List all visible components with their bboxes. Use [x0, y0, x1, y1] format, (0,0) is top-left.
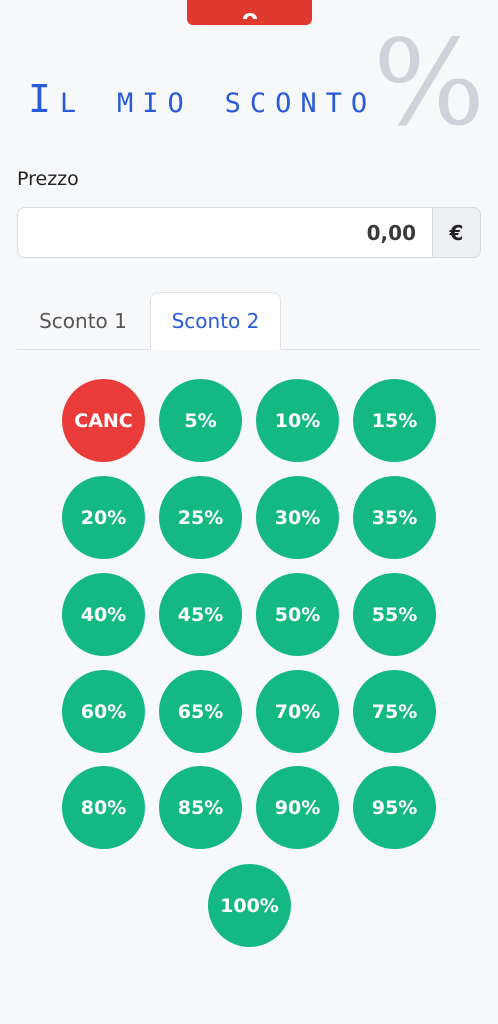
discount-button-65[interactable]: 65% — [159, 670, 242, 753]
discount-button-50[interactable]: 50% — [256, 573, 339, 656]
discount-button-80[interactable]: 80% — [62, 766, 145, 849]
discount-button-10[interactable]: 10% — [256, 379, 339, 462]
app-title: Il mio sconto — [28, 77, 377, 121]
discount-button-30[interactable]: 30% — [256, 476, 339, 559]
tab-sconto-1[interactable]: Sconto 1 — [17, 292, 149, 349]
app-header: % Il mio sconto — [28, 24, 488, 142]
discount-button-5[interactable]: 5% — [159, 379, 242, 462]
discount-button-90[interactable]: 90% — [256, 766, 339, 849]
discount-button-15[interactable]: 15% — [353, 379, 436, 462]
discount-button-95[interactable]: 95% — [353, 766, 436, 849]
price-label: Prezzo — [17, 168, 79, 190]
tab-sconto-2[interactable]: Sconto 2 — [150, 292, 281, 350]
cancel-button[interactable]: CANC — [62, 379, 145, 462]
discount-button-40[interactable]: 40% — [62, 573, 145, 656]
app-screen: % Il mio sconto Prezzo € Sconto 1 Sconto… — [0, 0, 498, 1024]
price-input[interactable] — [18, 208, 432, 257]
discount-button-100[interactable]: 100% — [208, 864, 291, 947]
discount-button-20[interactable]: 20% — [62, 476, 145, 559]
discount-button-70[interactable]: 70% — [256, 670, 339, 753]
price-input-group: € — [17, 207, 481, 258]
discount-button-35[interactable]: 35% — [353, 476, 436, 559]
chevron-up-icon — [242, 12, 257, 19]
discount-button-60[interactable]: 60% — [62, 670, 145, 753]
discount-tabs: Sconto 1 Sconto 2 — [17, 292, 481, 350]
discount-button-grid: CANC 5% 10% 15% 20% 25% 30% 35% 40% 45% … — [0, 0, 498, 1024]
discount-button-85[interactable]: 85% — [159, 766, 242, 849]
top-handle-tab[interactable] — [187, 0, 312, 25]
discount-button-55[interactable]: 55% — [353, 573, 436, 656]
discount-button-25[interactable]: 25% — [159, 476, 242, 559]
discount-button-75[interactable]: 75% — [353, 670, 436, 753]
percent-logo-icon: % — [373, 14, 486, 152]
currency-addon: € — [432, 208, 480, 257]
discount-button-45[interactable]: 45% — [159, 573, 242, 656]
